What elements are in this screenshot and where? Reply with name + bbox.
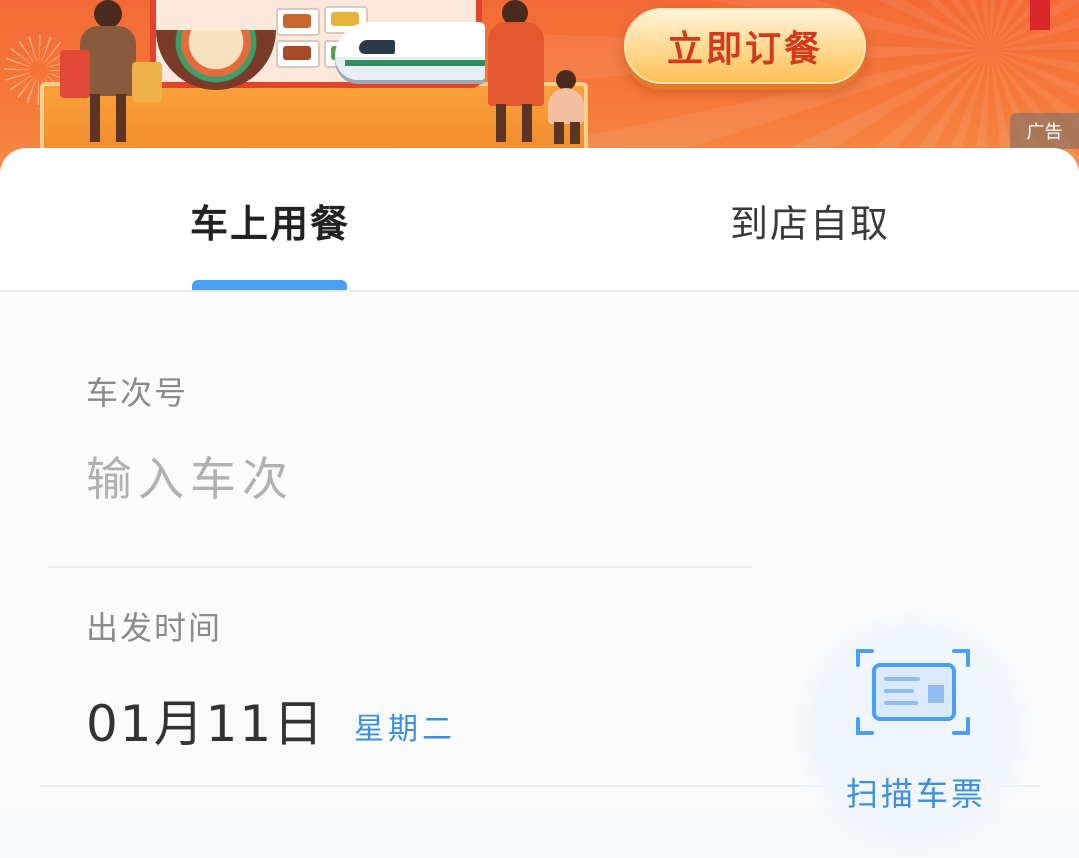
food-box-illustration (276, 8, 320, 36)
departure-date-value[interactable]: 01月11日 (86, 684, 325, 756)
train-illustration (335, 22, 485, 80)
ad-badge: 广告 (1010, 113, 1079, 149)
departure-weekday: 星期二 (354, 712, 456, 747)
scan-ticket-label[interactable]: 扫描车票 (846, 769, 986, 815)
ticket-scan-icon[interactable] (854, 647, 972, 737)
tab-store-pickup[interactable]: 到店自取 (660, 193, 960, 248)
food-box-illustration (276, 40, 320, 68)
train-number-input[interactable] (86, 452, 686, 506)
order-form: 车次号 出发时间 01月11日 星期二 扫描车票 (0, 292, 1079, 858)
meal-order-card: 车上用餐 到店自取 车次号 出发时间 01月11日 星期二 (0, 148, 1079, 858)
train-number-label: 车次号 (86, 374, 189, 412)
departure-time-label: 出发时间 (86, 609, 223, 647)
order-now-button[interactable]: 立即订餐 (624, 8, 866, 84)
tab-bar: 车上用餐 到店自取 (0, 148, 1079, 292)
lantern-decoration (1030, 0, 1050, 30)
noodle-bowl-illustration (156, 30, 276, 90)
divider (48, 566, 752, 568)
tab-onboard-dining[interactable]: 车上用餐 (120, 193, 420, 248)
